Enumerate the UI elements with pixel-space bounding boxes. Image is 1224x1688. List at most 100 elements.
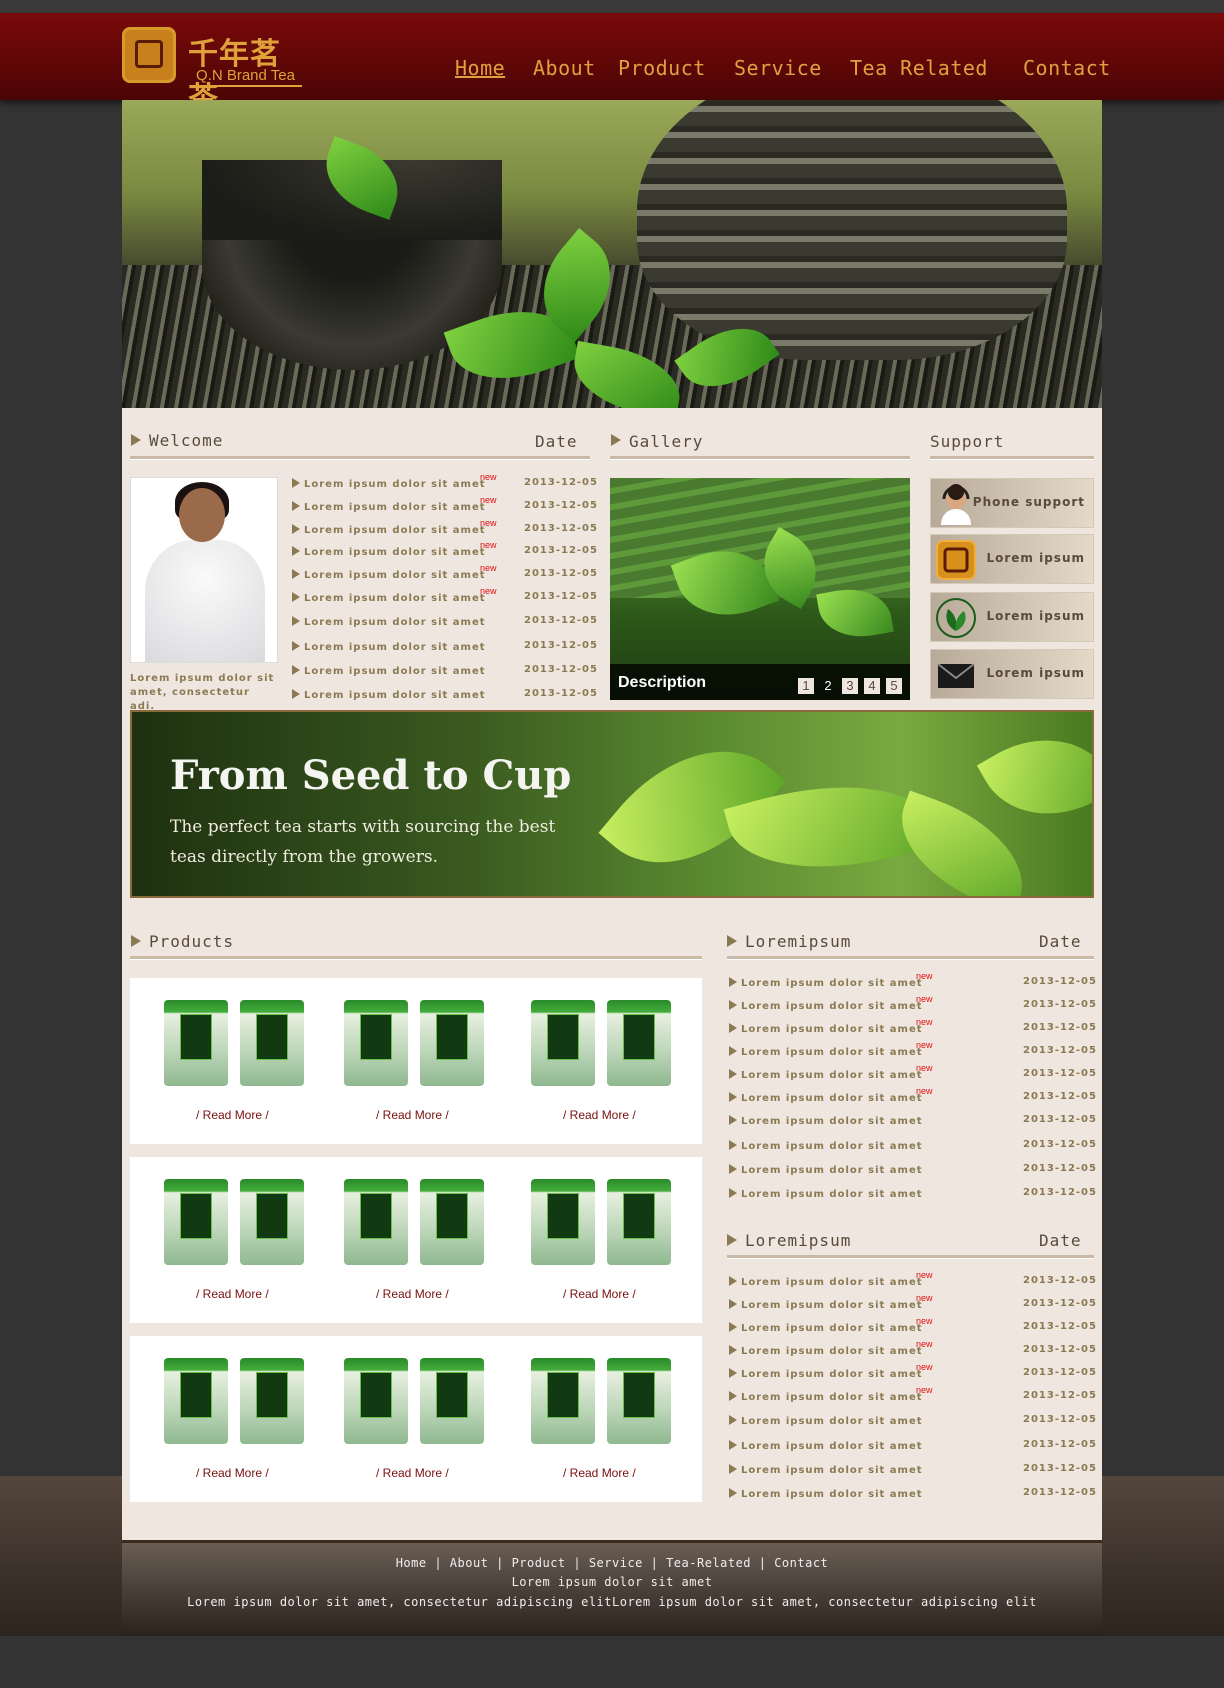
list-item[interactable]: Lorem ipsum dolor sit amet <box>292 665 486 677</box>
product-card[interactable]: / Read More / <box>497 1336 687 1502</box>
list-item[interactable]: Lorem ipsum dolor sit amet <box>729 1023 923 1035</box>
list-item[interactable]: Lorem ipsum dolor sit amet <box>729 1000 923 1012</box>
support-mail-button[interactable]: Lorem ipsum <box>930 649 1094 699</box>
gallery-page-5[interactable]: 5 <box>886 678 902 694</box>
list-item-date: 2013-12-05 <box>1023 1139 1097 1150</box>
bullet-arrow-icon <box>292 569 300 579</box>
list-item[interactable]: Lorem ipsum dolor sit amet <box>729 1092 923 1104</box>
list-item[interactable]: Lorem ipsum dolor sit amet <box>729 1368 923 1380</box>
list-item-text: Lorem ipsum dolor sit amet <box>741 1141 923 1152</box>
list-item-text: Lorem ipsum dolor sit amet <box>304 593 486 604</box>
products-arrow-icon <box>131 935 141 947</box>
bullet-arrow-icon <box>729 1464 737 1474</box>
welcome-caption: Lorem ipsum dolor sit amet, consectetur … <box>130 673 275 712</box>
new-badge: new <box>480 540 497 550</box>
product-card[interactable]: / Read More / <box>130 1336 320 1502</box>
footer-links[interactable]: Home | About | Product | Service | Tea-R… <box>122 1556 1102 1570</box>
list-item[interactable]: Lorem ipsum dolor sit amet <box>729 1299 923 1311</box>
site-header: 千年茗茶 Q.N Brand Tea Home About Product Se… <box>0 13 1224 116</box>
list-item[interactable]: Lorem ipsum dolor sit amet <box>729 1322 923 1334</box>
list-item-text: Lorem ipsum dolor sit amet <box>304 642 486 653</box>
product-card[interactable]: / Read More / <box>310 1336 500 1502</box>
read-more-link[interactable]: / Read More / <box>563 1108 636 1122</box>
nav-service[interactable]: Service <box>734 56 822 80</box>
tea-can-image <box>531 1358 595 1444</box>
gallery-page-3[interactable]: 3 <box>842 678 858 694</box>
gallery-slider[interactable]: Description 1 2 3 4 5 <box>610 478 910 700</box>
support-phone-button[interactable]: Phone support <box>930 478 1094 528</box>
hero-image <box>122 100 1102 408</box>
list-item[interactable]: Lorem ipsum dolor sit amet <box>292 546 486 558</box>
list-item[interactable]: Lorem ipsum dolor sit amet <box>729 1164 923 1176</box>
list-item[interactable]: Lorem ipsum dolor sit amet <box>729 1115 923 1127</box>
list-item[interactable]: Lorem ipsum dolor sit amet <box>729 1345 923 1357</box>
list-item[interactable]: Lorem ipsum dolor sit amet <box>292 616 486 628</box>
read-more-link[interactable]: / Read More / <box>376 1466 449 1480</box>
welcome-title: Welcome <box>149 431 224 450</box>
bullet-arrow-icon <box>292 616 300 626</box>
gallery-page-1[interactable]: 1 <box>798 678 814 694</box>
tea-can-image <box>607 1000 671 1086</box>
list-item[interactable]: Lorem ipsum dolor sit amet <box>729 1391 923 1403</box>
list-item-text: Lorem ipsum dolor sit amet <box>741 1441 923 1452</box>
read-more-link[interactable]: / Read More / <box>196 1466 269 1480</box>
nav-tea-related[interactable]: Tea Related <box>850 56 988 80</box>
list-item[interactable]: Lorem ipsum dolor sit amet <box>729 977 923 989</box>
product-card[interactable]: / Read More / <box>497 978 687 1144</box>
read-more-link[interactable]: / Read More / <box>196 1108 269 1122</box>
list-item[interactable]: Lorem ipsum dolor sit amet <box>292 641 486 653</box>
list-item[interactable]: Lorem ipsum dolor sit amet <box>729 1188 923 1200</box>
nav-contact[interactable]: Contact <box>1023 56 1111 80</box>
nav-about[interactable]: About <box>533 56 596 80</box>
news2-divider <box>727 1255 1094 1259</box>
list-item[interactable]: Lorem ipsum dolor sit amet <box>729 1140 923 1152</box>
list-item[interactable]: Lorem ipsum dolor sit amet <box>729 1464 923 1476</box>
list-item[interactable]: Lorem ipsum dolor sit amet <box>292 592 486 604</box>
read-more-link[interactable]: / Read More / <box>376 1287 449 1301</box>
brand-logo[interactable]: 千年茗茶 Q.N Brand Tea <box>122 27 302 116</box>
list-item-date: 2013-12-05 <box>524 545 598 556</box>
tea-can-image <box>420 1358 484 1444</box>
list-item-text: Lorem ipsum dolor sit amet <box>304 525 486 536</box>
bullet-arrow-icon <box>729 1299 737 1309</box>
read-more-link[interactable]: / Read More / <box>563 1466 636 1480</box>
news1-divider <box>727 956 1094 960</box>
list-item[interactable]: Lorem ipsum dolor sit amet <box>729 1440 923 1452</box>
support-brand-button[interactable]: Lorem ipsum <box>930 534 1094 584</box>
bullet-arrow-icon <box>729 1276 737 1286</box>
gallery-page-4[interactable]: 4 <box>864 678 880 694</box>
list-item[interactable]: Lorem ipsum dolor sit amet <box>292 689 486 701</box>
list-item[interactable]: Lorem ipsum dolor sit amet <box>292 524 486 536</box>
product-card[interactable]: / Read More / <box>310 978 500 1144</box>
product-card[interactable]: / Read More / <box>130 978 320 1144</box>
welcome-divider <box>130 456 590 460</box>
list-item-date: 2013-12-05 <box>1023 1163 1097 1174</box>
list-item[interactable]: Lorem ipsum dolor sit amet <box>292 478 486 490</box>
gallery-page-2[interactable]: 2 <box>820 678 836 694</box>
bullet-arrow-icon <box>729 1140 737 1150</box>
list-item[interactable]: Lorem ipsum dolor sit amet <box>729 1415 923 1427</box>
promo-banner[interactable]: From Seed to Cup The perfect tea starts … <box>130 710 1094 898</box>
list-item-date: 2013-12-05 <box>524 688 598 699</box>
nav-product[interactable]: Product <box>618 56 706 80</box>
nav-home[interactable]: Home <box>455 56 505 80</box>
bullet-arrow-icon <box>729 1440 737 1450</box>
read-more-link[interactable]: / Read More / <box>563 1287 636 1301</box>
support-leaf-button[interactable]: Lorem ipsum <box>930 592 1094 642</box>
product-card[interactable]: / Read More / <box>497 1157 687 1323</box>
product-card[interactable]: / Read More / <box>310 1157 500 1323</box>
list-item[interactable]: Lorem ipsum dolor sit amet <box>729 1276 923 1288</box>
list-item[interactable]: Lorem ipsum dolor sit amet <box>292 501 486 513</box>
read-more-link[interactable]: / Read More / <box>376 1108 449 1122</box>
list-item[interactable]: Lorem ipsum dolor sit amet <box>729 1069 923 1081</box>
list-item-text: Lorem ipsum dolor sit amet <box>741 1416 923 1427</box>
list-item[interactable]: Lorem ipsum dolor sit amet <box>292 569 486 581</box>
list-item[interactable]: Lorem ipsum dolor sit amet <box>729 1488 923 1500</box>
tea-can-image <box>344 1179 408 1265</box>
list-item-text: Lorem ipsum dolor sit amet <box>304 690 486 701</box>
gallery-arrow-icon <box>611 434 621 446</box>
list-item[interactable]: Lorem ipsum dolor sit amet <box>729 1046 923 1058</box>
product-card[interactable]: / Read More / <box>130 1157 320 1323</box>
page-content: Welcome Date Lorem ipsum dolor sit amet,… <box>122 100 1102 1540</box>
read-more-link[interactable]: / Read More / <box>196 1287 269 1301</box>
